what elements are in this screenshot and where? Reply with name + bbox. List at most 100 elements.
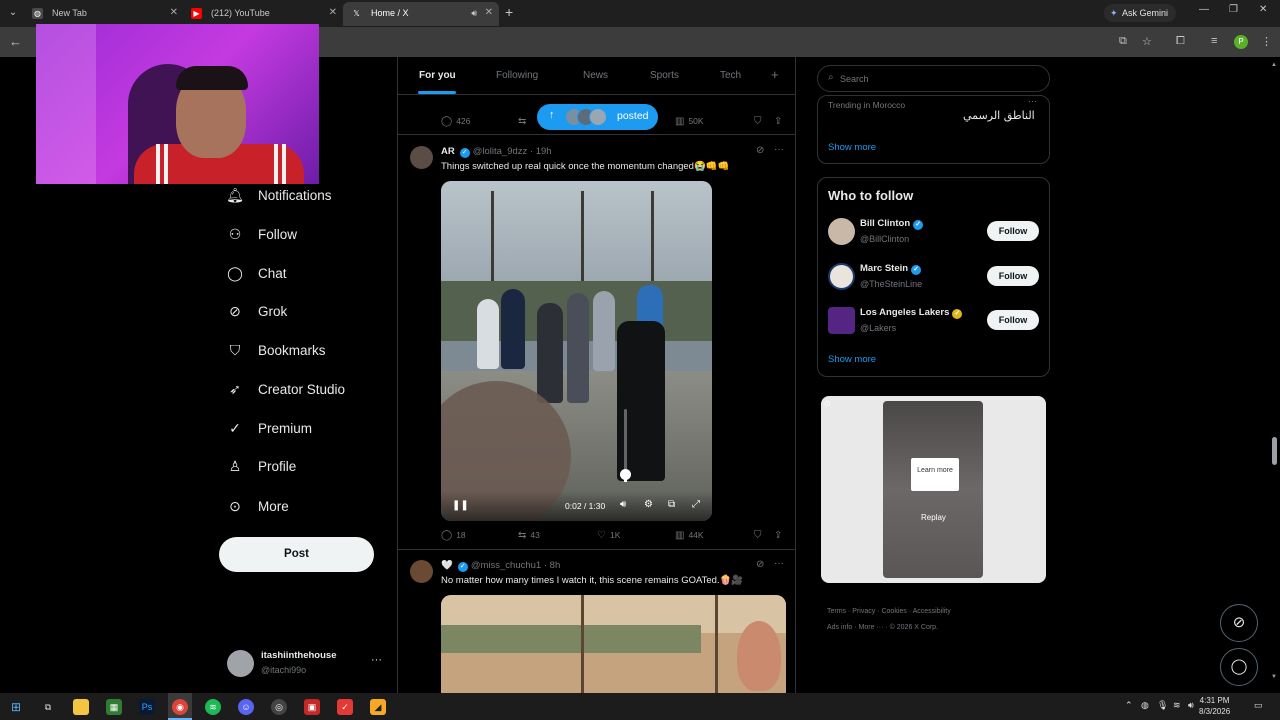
search-input[interactable]: ⌕ Search (817, 65, 1050, 92)
trend-name[interactable]: الناطق الرسمي (963, 109, 1035, 122)
grok-icon[interactable]: ⊘ (756, 559, 764, 570)
nav-item-more[interactable]: ⊙ More (226, 494, 289, 518)
post-handle[interactable]: @lolita_9dzz (473, 146, 528, 157)
spotify-icon[interactable]: ≋ (205, 699, 221, 715)
minimize-icon[interactable]: — (1199, 4, 1209, 15)
photoshop-icon[interactable]: Ps (139, 699, 155, 715)
volume-slider-knob[interactable] (620, 469, 631, 480)
task-view-icon[interactable]: ⧉ (40, 699, 56, 715)
tab-search-menu-icon[interactable]: ⌄ (4, 4, 22, 22)
volume-icon[interactable]: 🔊︎ (620, 499, 626, 510)
close-window-icon[interactable]: ✕ (1259, 4, 1267, 15)
new-posts-pill[interactable]: ↑ posted (537, 104, 658, 130)
scroll-up-icon[interactable]: ▲ (1271, 62, 1277, 68)
repost-button[interactable]: ⇆ 43 (518, 530, 540, 541)
speaker-icon[interactable]: 🔊︎ (471, 2, 477, 24)
video-player[interactable]: ❚❚ 0:02 / 1:30 🔊︎ ⚙ ⧉ ⤢ (441, 181, 712, 521)
tab-following[interactable]: Following (496, 70, 538, 81)
nav-item-grok[interactable]: ⊘ Grok (226, 299, 287, 323)
volume-icon[interactable]: 🔊︎ (1188, 700, 1194, 711)
avatar[interactable] (410, 146, 433, 169)
share-button[interactable]: ⇪ (774, 116, 786, 127)
ad-info-icon[interactable]: ⊙ (824, 399, 831, 408)
tab-home-x[interactable]: 𝕏 Home / X 🔊︎ ✕ (343, 2, 499, 26)
show-more-link[interactable]: Show more (828, 354, 876, 365)
follow-suggestion[interactable]: Bill Clinton ✓ @BillClinton Follow (828, 216, 1040, 246)
tab-sports[interactable]: Sports (650, 70, 679, 81)
follow-suggestion[interactable]: Marc Stein ✓ @TheSteinLine Follow (828, 261, 1040, 291)
follow-button[interactable]: Follow (987, 221, 1039, 241)
bookmark-button[interactable]: ⛉ (754, 530, 766, 541)
post-author-name[interactable]: AR (441, 146, 455, 157)
chat-fab-button[interactable]: ◯ (1220, 648, 1258, 686)
share-button[interactable]: ⇪ (774, 530, 786, 541)
tray-app-icon[interactable]: ◍ (1141, 700, 1149, 711)
footer-link-more[interactable]: More ··· (859, 624, 884, 631)
extensions-icon[interactable]: ⧠ (1176, 35, 1185, 48)
more-options-icon[interactable]: ··· (774, 558, 784, 569)
settings-gear-icon[interactable]: ⚙ (644, 499, 653, 510)
footer-link-terms[interactable]: Terms (827, 608, 846, 615)
footer-link-cookies[interactable]: Cookies (881, 608, 906, 615)
tab-youtube[interactable]: ▶ (212) YouTube ✕ (183, 2, 343, 26)
wifi-icon[interactable]: ≋ (1173, 700, 1181, 711)
avatar[interactable] (410, 560, 433, 583)
ad-banner[interactable]: ⊙ Learn more Replay (821, 396, 1046, 583)
follow-button[interactable]: Follow (987, 310, 1039, 330)
kebab-menu-icon[interactable]: ⋮ (1261, 35, 1272, 48)
learn-more-button[interactable]: Learn more (911, 458, 959, 491)
app-icon[interactable]: ▣ (304, 699, 320, 715)
tab-tech[interactable]: Tech (720, 70, 741, 81)
close-icon[interactable]: ✕ (329, 2, 337, 24)
nav-item-chat[interactable]: ◯ Chat (226, 261, 286, 285)
windows-start-icon[interactable]: ⊞ (8, 699, 24, 715)
views-button[interactable]: ▥ 50K (675, 116, 704, 127)
ask-gemini-button[interactable]: ✦ Ask Gemini (1104, 4, 1177, 22)
reply-button[interactable]: ◯ 18 (441, 530, 466, 541)
footer-link-privacy[interactable]: Privacy (852, 608, 875, 615)
tab-new-tab[interactable]: ◍ New Tab ✕ (24, 2, 184, 26)
account-switcher[interactable]: itashiinthehouse @itachi99o ··· (227, 648, 387, 680)
profile-avatar-icon[interactable]: P (1234, 35, 1248, 49)
grok-fab-button[interactable]: ⊘ (1220, 604, 1258, 642)
page-scrollbar[interactable]: ▲ ▼ (1271, 62, 1278, 682)
account-menu-icon[interactable]: ··· (371, 654, 382, 666)
store-icon[interactable]: ▦ (106, 699, 122, 715)
trend-more-icon[interactable]: ··· (1028, 96, 1037, 106)
close-icon[interactable]: ✕ (485, 2, 493, 24)
notification-icon[interactable]: ▭ (1254, 700, 1263, 711)
bookmark-star-icon[interactable]: ☆ (1142, 35, 1152, 48)
back-arrow-icon[interactable]: ← (9, 34, 22, 49)
scroll-down-icon[interactable]: ▼ (1271, 674, 1277, 680)
post-author-name[interactable]: 🤍 (441, 560, 453, 571)
discord-icon[interactable]: ☺ (238, 699, 254, 715)
new-tab-button[interactable]: + (505, 4, 513, 20)
tab-news[interactable]: News (583, 70, 608, 81)
file-explorer-icon[interactable] (73, 699, 89, 715)
footer-link-accessibility[interactable]: Accessibility (913, 608, 951, 615)
nav-item-bookmarks[interactable]: ⛉ Bookmarks (226, 338, 326, 362)
obs-icon[interactable]: ◎ (271, 699, 287, 715)
install-app-icon[interactable]: ⧉ (1119, 35, 1127, 48)
scrollbar-thumb[interactable] (1272, 437, 1277, 465)
tab-for-you[interactable]: For you (419, 70, 456, 81)
nav-item-creator-studio[interactable]: ➶ Creator Studio (226, 377, 345, 401)
grok-icon[interactable]: ⊘ (756, 145, 764, 156)
app-icon[interactable]: ✓ (337, 699, 353, 715)
restore-icon[interactable]: ❐ (1229, 4, 1238, 15)
reply-button[interactable]: ◯ 426 (441, 116, 470, 127)
show-more-link[interactable]: Show more (828, 142, 876, 153)
like-button[interactable]: ♡ 1K (597, 530, 620, 541)
views-button[interactable]: ▥ 44K (675, 530, 704, 541)
nav-item-profile[interactable]: ♙ Profile (226, 454, 297, 478)
picture-in-picture-icon[interactable]: ⧉ (668, 499, 675, 510)
microphone-icon[interactable]: 🎙︎ (1157, 700, 1168, 711)
tray-chevron-icon[interactable]: ⌃ (1125, 700, 1133, 711)
replay-button[interactable]: Replay (921, 513, 946, 522)
bookmark-button[interactable]: ⛉ (754, 116, 766, 127)
post-button[interactable]: Post (219, 537, 374, 572)
nav-item-premium[interactable]: ✓ Premium (226, 416, 312, 440)
pause-icon[interactable]: ❚❚ (452, 500, 469, 511)
chrome-icon[interactable]: ◉ (172, 699, 188, 715)
repost-button[interactable]: ⇆ (518, 116, 530, 127)
